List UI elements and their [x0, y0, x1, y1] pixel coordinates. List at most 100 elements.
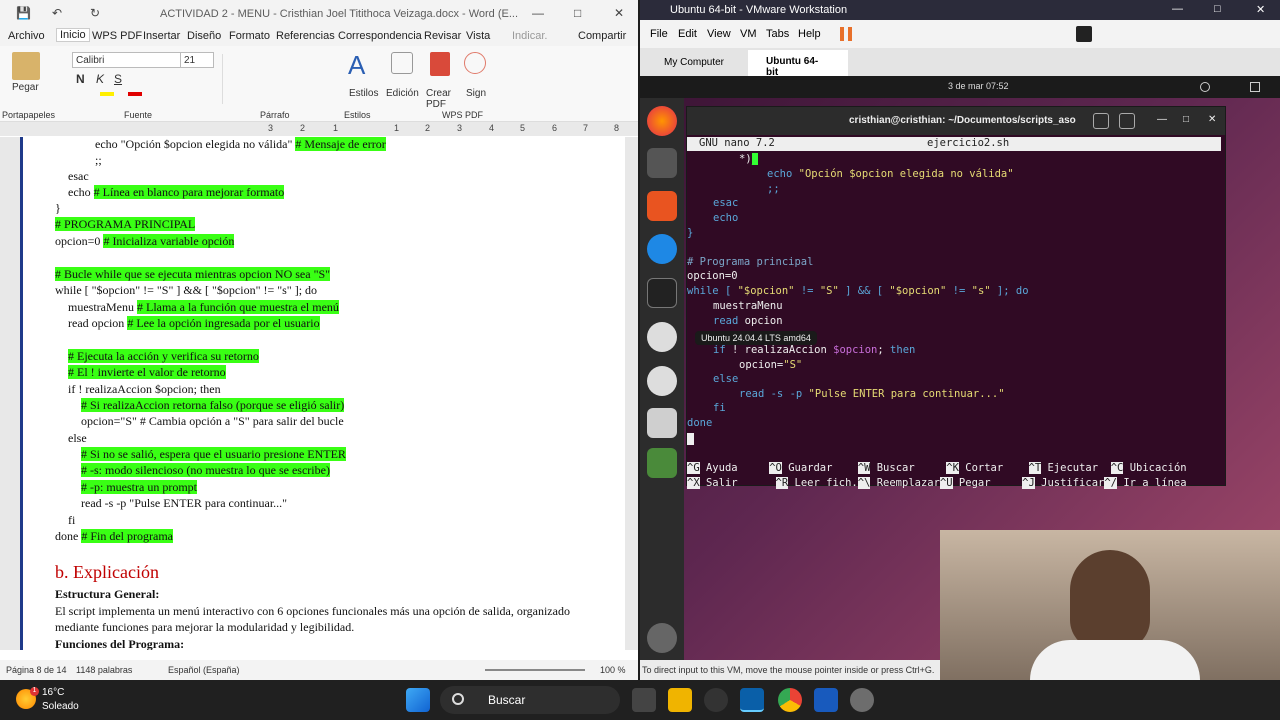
- save-icon[interactable]: 💾: [16, 6, 31, 20]
- search-icon[interactable]: [391, 52, 413, 74]
- power-icon[interactable]: [1250, 82, 1260, 92]
- vmware-taskbar-icon[interactable]: [740, 688, 764, 712]
- underline-button[interactable]: S: [114, 72, 122, 86]
- term-minimize-icon[interactable]: —: [1157, 114, 1167, 125]
- paste-icon[interactable]: [12, 52, 40, 80]
- chrome-icon[interactable]: [778, 688, 802, 712]
- redo-icon[interactable]: ↻: [90, 6, 100, 20]
- zoom-slider[interactable]: [485, 669, 585, 671]
- font-size-input[interactable]: 21: [180, 52, 214, 68]
- sign-label[interactable]: Sign: [466, 88, 486, 99]
- word-count[interactable]: 1148 palabras: [76, 665, 132, 675]
- styles-label[interactable]: Estilos: [349, 88, 378, 99]
- code-line: # -s: modo silencioso (no muestra lo que…: [81, 463, 330, 477]
- close-icon[interactable]: ✕: [614, 6, 624, 20]
- help-icon[interactable]: [647, 234, 677, 264]
- dock-tooltip: Ubuntu 24.04.4 LTS amd64: [695, 331, 817, 345]
- sign-icon[interactable]: [464, 52, 486, 74]
- snipping-tool-icon[interactable]: [704, 688, 728, 712]
- menu-wps-pdf[interactable]: WPS PDF: [92, 30, 142, 42]
- disc-icon[interactable]: [647, 366, 677, 396]
- vm-menu-help[interactable]: Help: [798, 28, 821, 40]
- document-page[interactable]: echo "Opción $opcion elegida no válida" …: [20, 137, 625, 650]
- paragraph-controls: [222, 54, 332, 104]
- vm-menu-file[interactable]: File: [650, 28, 668, 40]
- page-count[interactable]: Página 8 de 14: [6, 665, 67, 675]
- minimize-icon[interactable]: —: [532, 6, 544, 20]
- vm-menu-tabs[interactable]: Tabs: [766, 28, 789, 40]
- zoom-level[interactable]: 100 %: [600, 665, 626, 675]
- menu-diseno[interactable]: Diseño: [187, 30, 221, 42]
- vm-minimize-icon[interactable]: —: [1172, 3, 1183, 15]
- code-line: muestraMenu: [713, 300, 783, 312]
- vm-maximize-icon[interactable]: □: [1214, 3, 1221, 15]
- search-box[interactable]: Buscar: [440, 686, 620, 714]
- start-icon[interactable]: [406, 688, 430, 712]
- clock[interactable]: 3 de mar 07:52: [948, 81, 1009, 91]
- bold-button[interactable]: N: [76, 72, 85, 86]
- text-editor-icon[interactable]: [647, 408, 677, 438]
- edit-label[interactable]: Edición: [386, 88, 419, 99]
- menu-inicio[interactable]: Inicio: [56, 28, 90, 42]
- font-name-input[interactable]: Calibri: [72, 52, 182, 68]
- menu-referencias[interactable]: Referencias: [276, 30, 335, 42]
- terminal-window[interactable]: cristhian@cristhian: ~/Documentos/script…: [686, 106, 1226, 489]
- terminal-search-icon[interactable]: [1093, 113, 1109, 129]
- undo-icon[interactable]: ↶: [52, 6, 62, 20]
- italic-button[interactable]: K: [96, 72, 104, 86]
- language[interactable]: Español (España): [168, 665, 240, 675]
- disc-icon[interactable]: [647, 322, 677, 352]
- pause-icon[interactable]: [840, 27, 852, 41]
- show-apps-icon[interactable]: [647, 623, 677, 653]
- create-pdf-label[interactable]: Crear PDF: [426, 88, 458, 110]
- code-line: echo "Opción $opcion elegida no válida" …: [95, 137, 386, 151]
- create-pdf-icon[interactable]: [430, 52, 450, 76]
- task-view-icon[interactable]: [632, 688, 656, 712]
- app-center-icon[interactable]: [647, 191, 677, 221]
- menu-insertar[interactable]: Insertar: [143, 30, 180, 42]
- network-icon[interactable]: [1200, 82, 1210, 92]
- menu-revisar[interactable]: Revisar: [424, 30, 461, 42]
- nano-filename: ejercicio2.sh: [927, 137, 1010, 149]
- menu-archivo[interactable]: Archivo: [8, 30, 45, 42]
- tab-my-computer[interactable]: My Computer: [646, 52, 746, 74]
- share-button[interactable]: Compartir: [578, 30, 626, 42]
- term-close-icon[interactable]: ✕: [1208, 114, 1216, 125]
- terminal-icon[interactable]: [647, 278, 677, 308]
- font-color-icon[interactable]: [128, 92, 142, 96]
- tab-ubuntu[interactable]: Ubuntu 64-bit: [748, 50, 848, 78]
- word-taskbar-icon[interactable]: [814, 688, 838, 712]
- weather-desc[interactable]: Soleado: [42, 701, 79, 712]
- maximize-icon[interactable]: □: [574, 6, 581, 20]
- person-head: [1070, 550, 1150, 650]
- paste-label[interactable]: Pegar: [12, 82, 39, 93]
- files-icon[interactable]: [647, 148, 677, 178]
- file-explorer-icon[interactable]: [668, 688, 692, 712]
- styles-icon[interactable]: A: [348, 50, 365, 81]
- code-line: # Bucle while que se ejecuta mientras op…: [55, 267, 331, 281]
- trash-icon[interactable]: [647, 448, 677, 478]
- webcam-overlay: [940, 530, 1280, 690]
- highlight-color-icon[interactable]: [100, 92, 114, 96]
- menu-formato[interactable]: Formato: [229, 30, 270, 42]
- menu-indicar[interactable]: Indicar.: [512, 30, 547, 42]
- terminal-menu-icon[interactable]: [1119, 113, 1135, 129]
- code-line: echo "Opción $opcion elegida no válida": [767, 168, 1014, 180]
- console-icon[interactable]: [1076, 26, 1092, 42]
- nano-header: GNU nano 7.2 ejercicio2.sh: [687, 137, 1221, 151]
- vm-close-icon[interactable]: ✕: [1256, 3, 1265, 16]
- code-line: # Programa principal: [687, 256, 814, 268]
- vm-menu-vm[interactable]: VM: [740, 28, 757, 40]
- ruler: 3 2 1 1 2 3 4 5 6 7 8: [0, 122, 638, 136]
- document-area[interactable]: echo "Opción $opcion elegida no válida" …: [0, 137, 638, 650]
- menu-vista[interactable]: Vista: [466, 30, 490, 42]
- weather-temp[interactable]: 16°C: [42, 687, 64, 698]
- vm-menu-view[interactable]: View: [707, 28, 731, 40]
- menu-correspondencia[interactable]: Correspondencia: [338, 30, 422, 42]
- term-maximize-icon[interactable]: □: [1183, 114, 1189, 125]
- vm-menu-edit[interactable]: Edit: [678, 28, 697, 40]
- settings-icon[interactable]: [850, 688, 874, 712]
- subheading-functions: Funciones del Programa:: [55, 637, 185, 650]
- code-line: else: [713, 373, 739, 385]
- firefox-icon[interactable]: [647, 106, 677, 136]
